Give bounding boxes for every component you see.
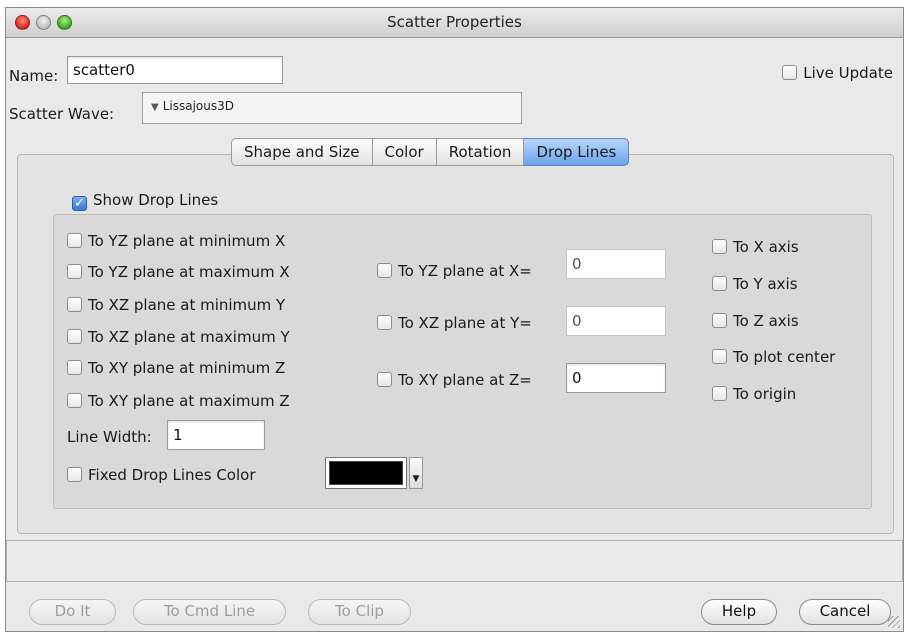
yz-plane-x-field[interactable] — [566, 249, 666, 279]
option-to-origin[interactable]: To origin — [712, 385, 796, 403]
option-to-origin-label: To origin — [733, 385, 797, 403]
option-yz-min-x[interactable]: To YZ plane at minimum X — [67, 232, 285, 250]
name-label: Name: — [9, 67, 59, 85]
option-xz-max-y-label: To XZ plane at maximum Y — [88, 328, 290, 346]
xy-plane-z-field[interactable] — [566, 363, 666, 393]
window-title: Scatter Properties — [387, 13, 522, 31]
option-xy-min-z[interactable]: To XY plane at minimum Z — [67, 359, 285, 377]
option-to-x-axis-box[interactable] — [712, 239, 727, 254]
live-update-label: Live Update — [803, 64, 893, 82]
option-to-z-axis-box[interactable] — [712, 313, 727, 328]
option-xy-max-z-label: To XY plane at maximum Z — [88, 392, 290, 410]
resize-grip-icon[interactable] — [888, 616, 900, 628]
option-to-x-axis-label: To X axis — [733, 238, 799, 256]
tab-rotation[interactable]: Rotation — [436, 138, 525, 166]
option-xy-max-z-box[interactable] — [67, 393, 82, 408]
xz-plane-y-field[interactable] — [566, 306, 666, 336]
color-swatch-fill — [329, 461, 403, 485]
to-clip-button[interactable]: To Clip — [308, 599, 411, 625]
drop-lines-color-well[interactable]: ▼ — [325, 457, 423, 495]
option-yz-min-x-label: To YZ plane at minimum X — [88, 232, 286, 250]
show-drop-lines-label: Show Drop Lines — [93, 191, 219, 209]
option-to-z-axis[interactable]: To Z axis — [712, 312, 799, 330]
command-preview-box — [6, 540, 903, 582]
fixed-drop-lines-color-box[interactable] — [67, 467, 82, 482]
line-width-label: Line Width: — [67, 428, 152, 446]
option-xy-min-z-box[interactable] — [67, 360, 82, 375]
option-yz-max-x-box[interactable] — [67, 264, 82, 279]
option-xy-plane-at-z-label: To XY plane at Z= — [398, 371, 532, 389]
option-to-y-axis-box[interactable] — [712, 276, 727, 291]
option-to-plot-center-box[interactable] — [712, 349, 727, 364]
option-xz-max-y-box[interactable] — [67, 329, 82, 344]
option-to-x-axis[interactable]: To X axis — [712, 238, 799, 256]
show-drop-lines-checkbox[interactable]: ✓ Show Drop Lines — [72, 191, 218, 211]
option-to-z-axis-label: To Z axis — [733, 312, 799, 330]
option-yz-plane-at-x-box[interactable] — [377, 263, 392, 278]
scatter-wave-value: Lissajous3D — [162, 99, 234, 113]
option-to-origin-box[interactable] — [712, 386, 727, 401]
option-yz-plane-at-x-label: To YZ plane at X= — [398, 262, 532, 280]
show-drop-lines-check-icon[interactable]: ✓ — [72, 196, 87, 211]
option-xz-min-y-box[interactable] — [67, 297, 82, 312]
option-xz-min-y-label: To XZ plane at minimum Y — [88, 296, 286, 314]
to-cmd-line-button[interactable]: To Cmd Line — [133, 599, 286, 625]
color-swatch[interactable] — [325, 457, 407, 489]
help-button[interactable]: Help — [701, 599, 777, 625]
option-yz-max-x[interactable]: To YZ plane at maximum X — [67, 263, 290, 281]
cancel-button[interactable]: Cancel — [799, 599, 891, 625]
option-xz-plane-at-y[interactable]: To XZ plane at Y= — [377, 314, 532, 332]
do-it-button[interactable]: Do It — [29, 599, 116, 625]
option-to-y-axis-label: To Y axis — [733, 275, 798, 293]
scatter-properties-window: Scatter Properties Name: Live Update Sca… — [5, 7, 904, 632]
tab-shape-and-size[interactable]: Shape and Size — [231, 138, 373, 166]
tab-bar: Shape and Size Color Rotation Drop Lines — [231, 138, 630, 166]
option-xy-plane-at-z-box[interactable] — [377, 372, 392, 387]
option-xy-max-z[interactable]: To XY plane at maximum Z — [67, 392, 290, 410]
option-xy-min-z-label: To XY plane at minimum Z — [88, 359, 286, 377]
line-width-field[interactable] — [167, 420, 265, 450]
option-yz-plane-at-x[interactable]: To YZ plane at X= — [377, 262, 532, 280]
option-xz-plane-at-y-box[interactable] — [377, 315, 392, 330]
title-bar[interactable]: Scatter Properties — [6, 8, 903, 38]
tab-drop-lines[interactable]: Drop Lines — [524, 138, 630, 166]
scatter-wave-label: Scatter Wave: — [9, 105, 115, 123]
option-xz-min-y[interactable]: To XZ plane at minimum Y — [67, 296, 285, 314]
tab-color[interactable]: Color — [372, 138, 437, 166]
option-yz-min-x-box[interactable] — [67, 233, 82, 248]
popup-arrow-icon: ▼ — [151, 102, 159, 113]
fixed-drop-lines-color-checkbox[interactable]: Fixed Drop Lines Color — [67, 466, 256, 484]
option-xz-plane-at-y-label: To XZ plane at Y= — [398, 314, 532, 332]
option-xy-plane-at-z[interactable]: To XY plane at Z= — [377, 371, 532, 389]
option-to-plot-center[interactable]: To plot center — [712, 348, 835, 366]
option-to-plot-center-label: To plot center — [733, 348, 836, 366]
scatter-wave-popup[interactable]: ▼ Lissajous3D — [142, 92, 522, 124]
name-field[interactable] — [67, 56, 283, 84]
live-update-checkbox[interactable]: Live Update — [782, 64, 893, 82]
color-dropdown-arrow-icon[interactable]: ▼ — [409, 457, 423, 489]
live-update-checkbox-box[interactable] — [782, 65, 798, 80]
option-yz-max-x-label: To YZ plane at maximum X — [88, 263, 290, 281]
option-to-y-axis[interactable]: To Y axis — [712, 275, 798, 293]
option-xz-max-y[interactable]: To XZ plane at maximum Y — [67, 328, 290, 346]
fixed-drop-lines-color-label: Fixed Drop Lines Color — [88, 466, 256, 484]
